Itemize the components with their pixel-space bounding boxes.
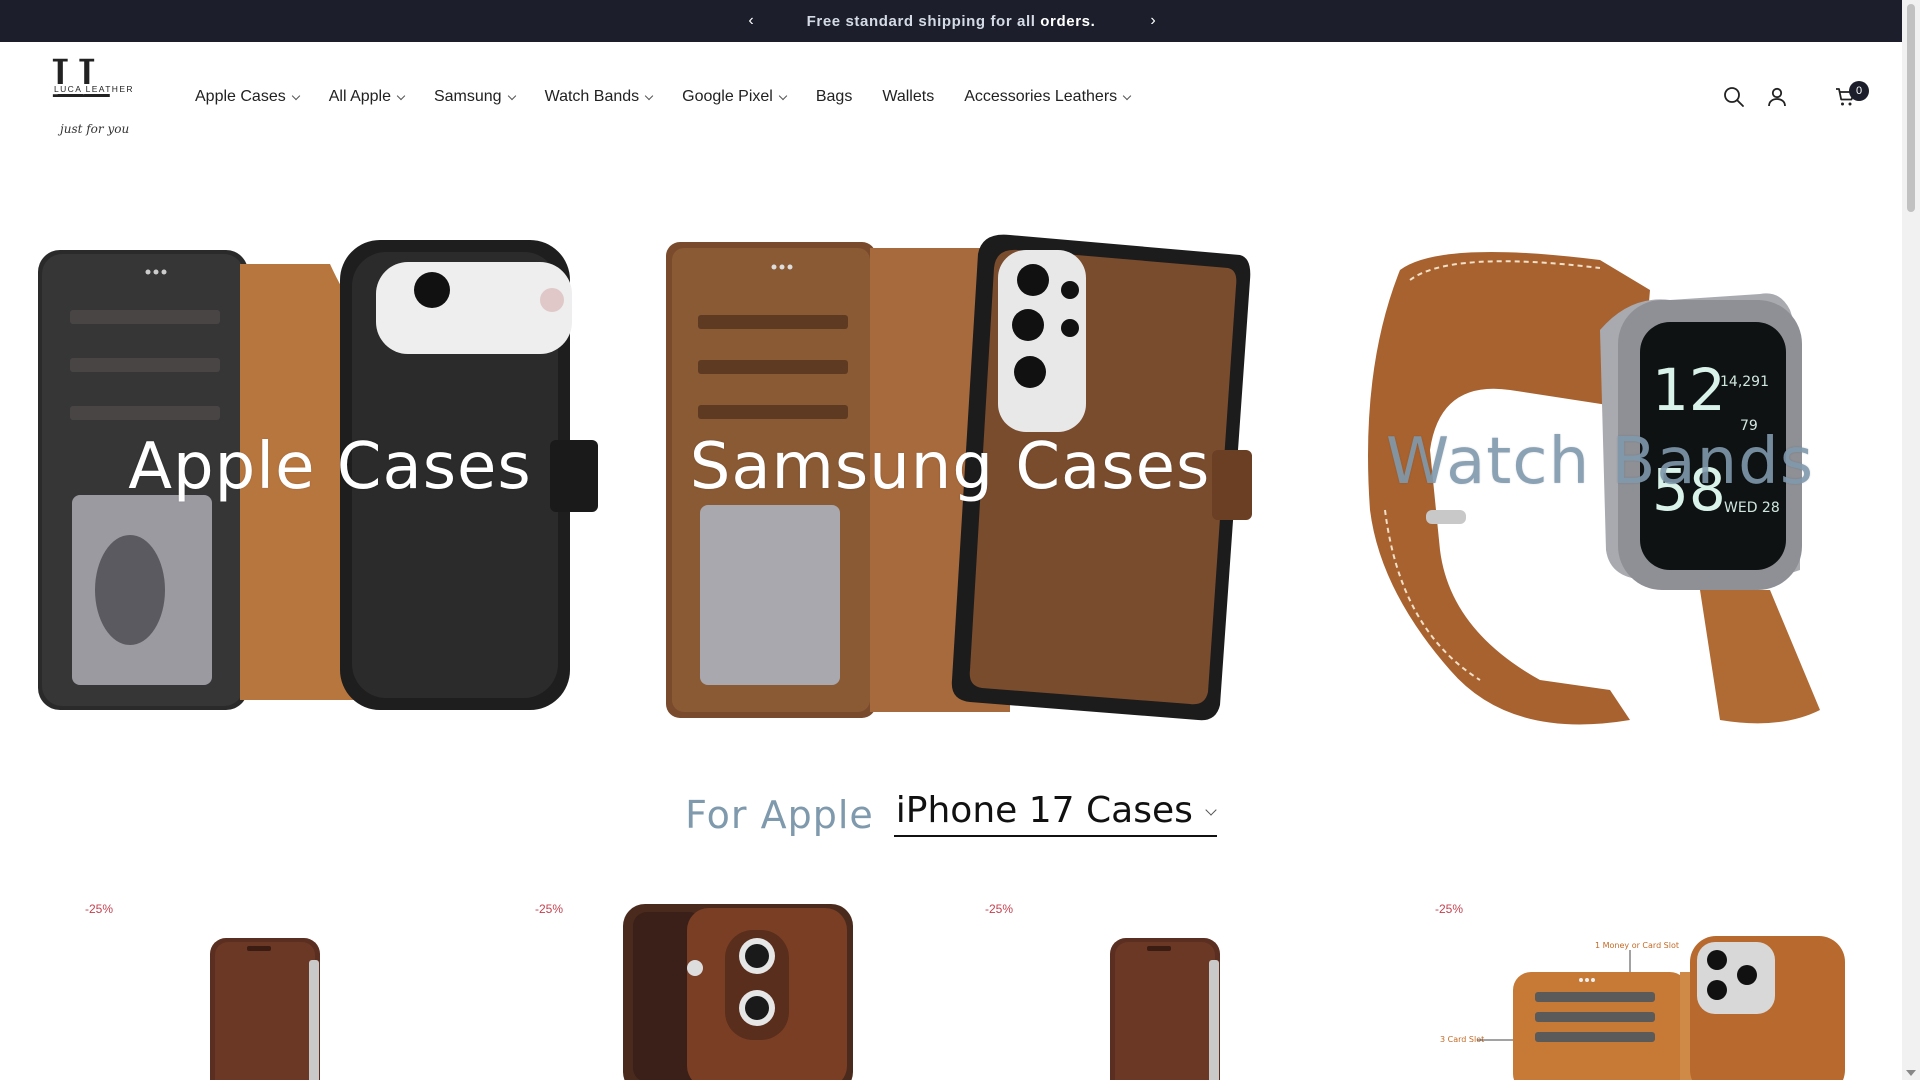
product-grid: -25% -25% -25% -25% 1 Money or Card Slot… [0,890,1902,1080]
section-heading-prefix: For Apple [685,793,874,837]
logo-tagline: just for you [60,122,130,136]
section-heading: For Apple iPhone 17 Cases [0,790,1902,850]
cart-count-badge: 0 [1849,81,1869,101]
chevron-down-icon [644,91,654,100]
logo-monogram: LL [50,50,111,110]
chevron-down-icon [396,91,406,100]
nav-item-google-pixel[interactable]: Google Pixel [682,88,788,106]
category-watch-bands[interactable]: 12 58 14,291 79 WED 28 Watch Bands [1300,210,1920,740]
product-card[interactable]: -25% 1 Money or Card Slot 3 Card Slot [1425,890,1865,1080]
product-card[interactable]: -25% [75,890,515,1080]
nav-label: Watch Bands [544,88,640,105]
category-label: Samsung Cases [689,430,1211,504]
callout-money-slot: 1 Money or Card Slot [1595,941,1679,950]
scrollbar-thumb[interactable] [1907,4,1915,212]
announcement-bar: ‹ Free standard shipping for all orders.… [0,0,1902,42]
product-image [623,904,853,1080]
device-selector-value: iPhone 17 Cases [895,790,1193,831]
category-samsung-cases[interactable]: Samsung Cases [650,210,1270,740]
watch-date: WED 28 [1724,500,1780,516]
nav-label: Accessories Leathers [964,88,1118,105]
nav-item-accessories-leathers[interactable]: Accessories Leathers [964,88,1132,106]
product-card[interactable]: -25% [525,890,965,1080]
account-icon[interactable] [1765,85,1789,109]
product-card[interactable]: -25% [975,890,1415,1080]
product-image: 1 Money or Card Slot 3 Card Slot [1440,936,1845,1080]
device-selector-dropdown[interactable]: iPhone 17 Cases [893,790,1217,837]
product-image [210,938,320,1080]
announcement-text: Free standard shipping for all [806,12,1036,30]
watch-steps: 14,291 [1720,374,1769,390]
search-icon[interactable] [1722,85,1746,109]
nav-item-all-apple[interactable]: All Apple [328,88,406,106]
category-label: Watch Bands [1385,425,1815,499]
logo[interactable]: LL LUCA LEATHER just for you [50,54,150,144]
category-apple-cases[interactable]: Apple Cases [30,210,650,740]
announcement-text-bold: orders. [1040,12,1096,30]
chevron-down-icon [1122,91,1132,100]
nav-label: All Apple [328,88,391,105]
nav-item-samsung[interactable]: Samsung [433,88,516,106]
nav-label: Wallets [882,88,935,105]
nav-label: Samsung [433,88,502,105]
chevron-down-icon [1205,803,1217,816]
main-nav: Apple Cases All Apple Samsung Watch Band… [195,42,1160,152]
product-image [1110,938,1220,1080]
announcement-message: Free standard shipping for all orders. [807,13,1096,30]
nav-item-wallets[interactable]: Wallets [882,88,934,106]
nav-label: Bags [815,88,853,105]
nav-item-bags[interactable]: Bags [816,88,852,106]
announcement-prev-arrow-icon[interactable]: ‹ [740,10,762,32]
watch-hour: 12 [1652,356,1726,424]
nav-label: Google Pixel [682,88,773,105]
nav-label: Apple Cases [195,88,286,105]
nav-item-watch-bands[interactable]: Watch Bands [544,88,654,106]
category-banners: Apple Cases Samsung Cases 12 58 14,291 7… [0,210,1902,740]
chevron-down-icon [778,91,788,100]
category-label: Apple Cases [128,430,532,504]
chevron-down-icon [291,91,300,100]
nav-item-apple-cases[interactable]: Apple Cases [195,88,300,106]
announcement-next-arrow-icon[interactable]: › [1142,10,1164,32]
header-icons: 0 [1702,42,1902,152]
logo-brand-name: LUCA LEATHER [52,84,136,94]
site-header: LL LUCA LEATHER just for you Apple Cases… [0,42,1902,152]
chevron-down-icon [507,91,516,100]
scroll-down-arrow-icon[interactable] [1906,1070,1916,1076]
